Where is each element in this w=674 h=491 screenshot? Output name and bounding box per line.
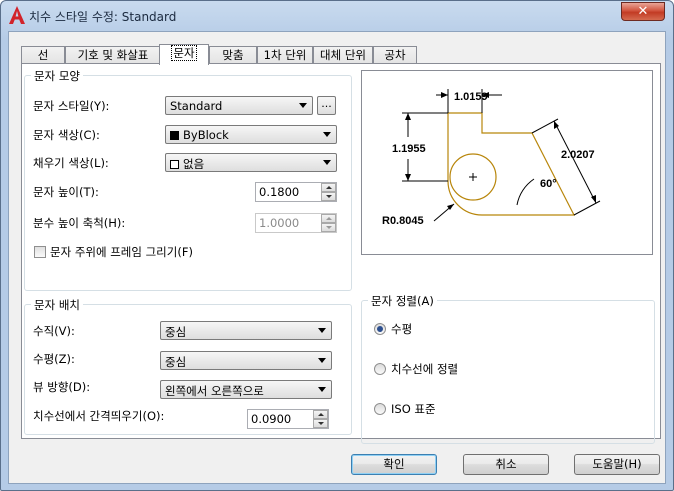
draw-frame-checkbox[interactable] xyxy=(34,246,46,258)
group-title: 문자 배치 xyxy=(31,297,83,313)
fill-color-value: 없음 xyxy=(183,157,205,171)
chevron-down-icon xyxy=(299,103,307,108)
preview-drawing: 1.0159 1.1955 2.0207 60° R0.8045 xyxy=(382,89,601,227)
chevron-down-icon xyxy=(318,387,326,392)
tab-panel-text: 문자 모양 문자 스타일(Y): Standard ... 문자 색상(C): … xyxy=(21,63,661,444)
horizontal-label: 수평(Z): xyxy=(33,352,75,366)
draw-frame-label: 문자 주위에 프레임 그리기(F) xyxy=(50,245,193,259)
align-iso-radio[interactable] xyxy=(374,403,386,415)
group-title: 문자 정렬(A) xyxy=(368,293,437,309)
text-color-value: ByBlock xyxy=(183,128,229,142)
text-color-label: 문자 색상(C): xyxy=(33,128,100,142)
text-style-label: 문자 스타일(Y): xyxy=(33,99,110,113)
text-appearance-group: 문자 모양 문자 스타일(Y): Standard ... 문자 색상(C): … xyxy=(24,68,352,291)
spinner-buttons xyxy=(321,214,336,232)
empty-swatch-icon xyxy=(170,160,179,169)
text-style-value: Standard xyxy=(170,99,223,113)
dim-right-label: 2.0207 xyxy=(561,149,595,161)
view-direction-dropdown[interactable]: 왼쪽에서 오른쪽으로 xyxy=(160,380,332,399)
text-height-label: 문자 높이(T): xyxy=(33,185,99,199)
fraction-scale-label: 분수 높이 축척(H): xyxy=(33,216,126,230)
fraction-scale-spinner: 1.0000 xyxy=(255,213,337,233)
text-style-dropdown[interactable]: Standard xyxy=(165,96,313,115)
fill-color-dropdown[interactable]: 없음 xyxy=(165,153,337,172)
tab-symbols-arrows[interactable]: 기호 및 화살표 xyxy=(65,46,161,64)
window-title: 치수 스타일 수정: Standard xyxy=(29,10,177,24)
offset-spinner[interactable]: 0.0900 xyxy=(247,409,329,429)
chevron-down-icon xyxy=(318,328,326,333)
horizontal-value: 중심 xyxy=(165,355,187,369)
view-direction-value: 왼쪽에서 오른쪽으로 xyxy=(165,384,264,398)
align-with-dimline-label: 치수선에 정렬 xyxy=(391,362,459,376)
radio-selected-dot xyxy=(377,326,383,332)
tab-alternate-units[interactable]: 대체 단위 xyxy=(313,46,373,64)
spin-down-icon xyxy=(321,223,336,232)
align-iso-label: ISO 표준 xyxy=(391,402,436,416)
text-style-browse-button[interactable]: ... xyxy=(317,96,336,115)
radius-label: R0.8045 xyxy=(382,215,424,227)
cancel-label: 취소 xyxy=(495,457,517,471)
title-bar[interactable]: 치수 스타일 수정: Standard ✕ xyxy=(1,1,673,30)
spinner-buttons xyxy=(321,183,336,201)
angle-label: 60° xyxy=(540,178,557,190)
view-direction-label: 뷰 방향(D): xyxy=(33,380,91,394)
text-placement-group: 문자 배치 수직(V): 중심 수평(Z): 중심 뷰 방향(D): 왼쪽에서 … xyxy=(24,297,352,435)
text-color-dropdown[interactable]: ByBlock xyxy=(165,125,337,144)
ellipsis-label: ... xyxy=(321,97,332,110)
vertical-value: 중심 xyxy=(165,325,187,339)
color-swatch-icon xyxy=(170,131,179,140)
tab-lines[interactable]: 선 xyxy=(21,46,65,64)
tab-label: 맞춤 xyxy=(222,48,244,62)
vertical-dropdown[interactable]: 중심 xyxy=(160,321,332,340)
ok-label: 확인 xyxy=(383,457,405,471)
offset-value: 0.0900 xyxy=(251,412,292,426)
tab-label: 공차 xyxy=(384,48,406,62)
fraction-scale-value: 1.0000 xyxy=(259,216,300,230)
tab-fit[interactable]: 맞춤 xyxy=(209,46,257,64)
tab-tolerances[interactable]: 공차 xyxy=(373,46,417,64)
spin-up-icon[interactable] xyxy=(321,183,336,192)
spin-down-icon[interactable] xyxy=(313,419,328,428)
tab-label: 기호 및 화살표 xyxy=(77,48,149,62)
tab-label: 대체 단위 xyxy=(320,48,366,62)
spinner-buttons xyxy=(313,410,328,428)
text-height-spinner[interactable]: 0.1800 xyxy=(255,182,337,202)
tab-label: 선 xyxy=(37,48,49,62)
align-horizontal-label: 수평 xyxy=(391,322,413,336)
tab-text[interactable]: 문자 xyxy=(159,44,209,65)
vertical-label: 수직(V): xyxy=(33,324,75,338)
align-horizontal-radio[interactable] xyxy=(374,323,386,335)
group-title: 문자 모양 xyxy=(31,68,83,84)
dimension-preview: 1.0159 1.1955 2.0207 60° R0.8045 xyxy=(361,70,653,255)
dim-top-label: 1.0159 xyxy=(454,91,488,103)
tab-label: 1차 단위 xyxy=(263,48,307,62)
tab-label: 문자 xyxy=(171,45,197,61)
autocad-logo-icon xyxy=(9,6,25,24)
text-color-display: ByBlock xyxy=(170,128,229,142)
help-label: 도움말(H) xyxy=(592,457,642,471)
help-button[interactable]: 도움말(H) xyxy=(574,454,660,475)
close-icon: ✕ xyxy=(637,4,649,19)
fill-color-display: 없음 xyxy=(170,156,204,172)
spin-up-icon[interactable] xyxy=(313,410,328,419)
chevron-down-icon xyxy=(318,358,326,363)
fill-color-label: 채우기 색상(L): xyxy=(33,156,109,170)
spin-down-icon[interactable] xyxy=(321,192,336,201)
offset-label: 치수선에서 간격띄우기(O): xyxy=(33,409,165,423)
dim-left-label: 1.1955 xyxy=(392,143,426,155)
spin-up-icon xyxy=(321,214,336,223)
cancel-button[interactable]: 취소 xyxy=(463,454,549,475)
ok-button[interactable]: 확인 xyxy=(351,454,437,475)
horizontal-dropdown[interactable]: 중심 xyxy=(160,351,332,370)
text-alignment-group: 문자 정렬(A) 수평 치수선에 정렬 ISO 표준 xyxy=(361,293,655,444)
text-height-value: 0.1800 xyxy=(259,185,300,199)
chevron-down-icon xyxy=(323,132,331,137)
align-with-dimline-radio[interactable] xyxy=(374,363,386,375)
dialog-body: 선 기호 및 화살표 문자 맞춤 1차 단위 대체 단위 공차 문자 모양 문자… xyxy=(8,31,666,484)
close-button[interactable]: ✕ xyxy=(621,2,665,21)
dialog-window: 치수 스타일 수정: Standard ✕ 선 기호 및 화살표 문자 맞춤 1… xyxy=(0,0,674,491)
tab-primary-units[interactable]: 1차 단위 xyxy=(257,46,313,64)
chevron-down-icon xyxy=(323,160,331,165)
